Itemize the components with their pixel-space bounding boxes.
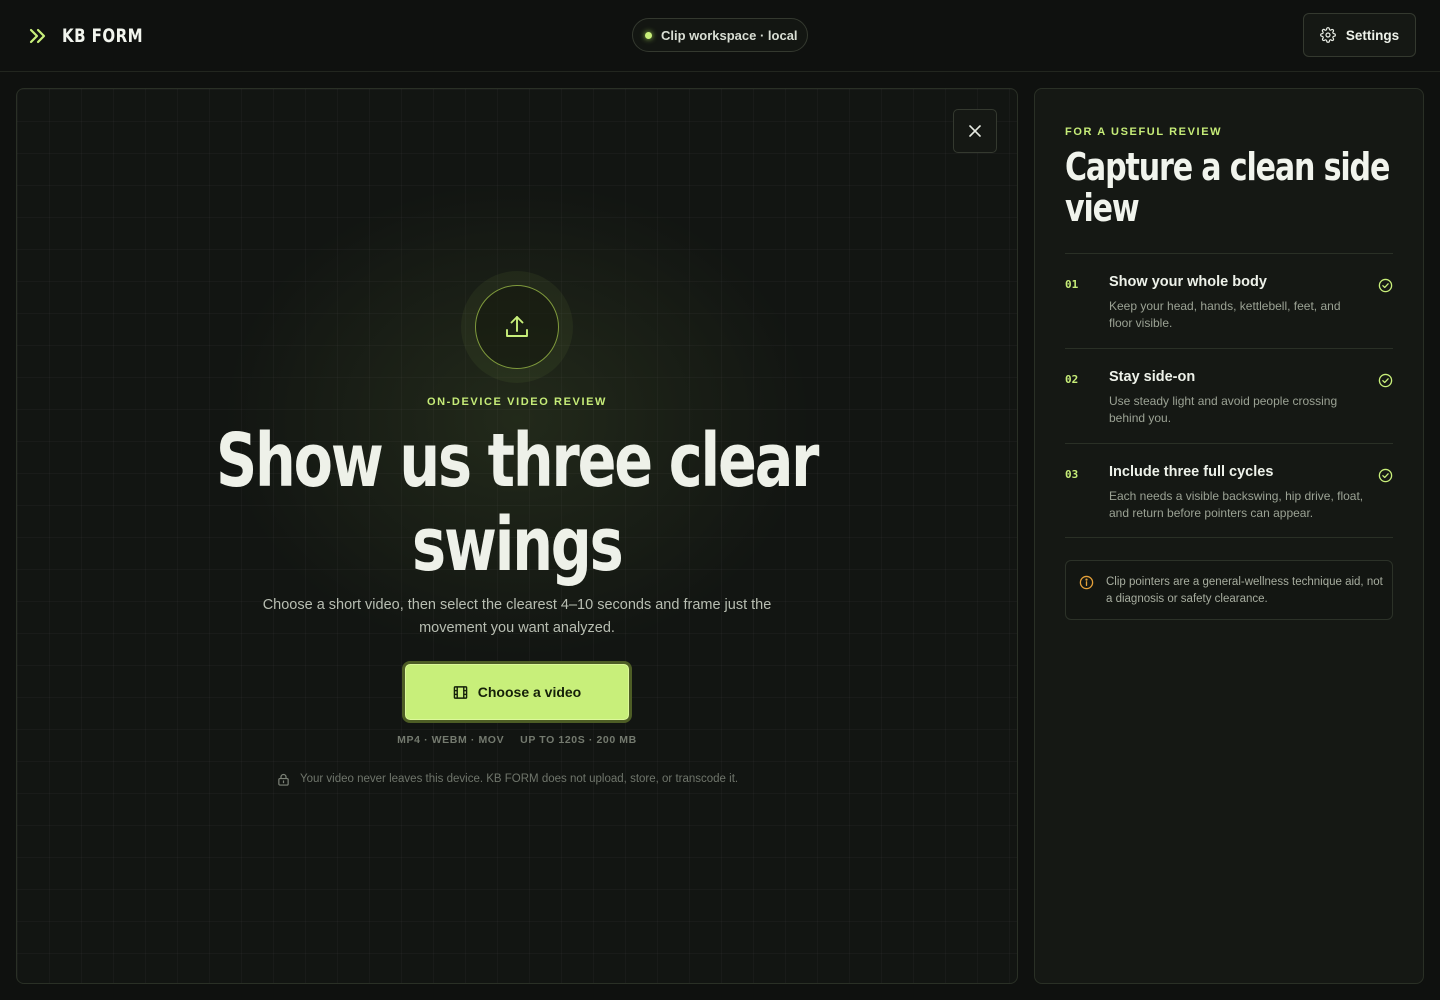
info-icon — [1079, 575, 1094, 590]
app-header: KB FORM Clip workspace · local Settings — [0, 0, 1440, 72]
privacy-note: Your video never leaves this device. KB … — [277, 771, 777, 787]
double-chevron-right-icon — [29, 28, 46, 44]
workspace-status-pill: Clip workspace · local — [632, 18, 808, 52]
upload-dropzone-panel[interactable]: ON-DEVICE VIDEO REVIEW Show us three cle… — [16, 88, 1018, 984]
tip-number: 01 — [1065, 278, 1079, 291]
check-circle-icon — [1378, 468, 1393, 483]
upload-limits: UP TO 120S · 200 MB — [520, 734, 637, 746]
settings-button[interactable]: Settings — [1303, 13, 1416, 57]
brand-name: KB FORM — [62, 25, 144, 47]
upload-description: Choose a short video, then select the cl… — [262, 597, 772, 636]
choose-video-label: Choose a video — [477, 684, 582, 700]
close-button[interactable] — [953, 109, 997, 153]
film-icon — [453, 685, 468, 699]
brand[interactable]: KB FORM — [28, 24, 154, 48]
check-circle-icon — [1378, 373, 1393, 388]
tip-title: Show your whole body — [1109, 274, 1267, 290]
tip-number: 02 — [1065, 373, 1079, 386]
wellness-notice: Clip pointers are a general-wellness tec… — [1065, 560, 1393, 620]
guide-title-line-1: Capture a clean side — [1065, 145, 1390, 189]
guide-eyebrow: FOR A USEFUL REVIEW — [1065, 126, 1223, 138]
supported-formats: MP4 · WEBM · MOV — [397, 734, 505, 746]
headline-line-2: swings — [412, 502, 624, 588]
upload-icon-ring — [475, 285, 559, 369]
close-icon — [969, 125, 981, 137]
guide-title: Capture a clean side view — [1065, 147, 1405, 229]
upload-constraints: MP4 · WEBM · MOV UP TO 120S · 200 MB — [17, 734, 1017, 746]
tip-item: 01 Show your whole body Keep your head, … — [1065, 253, 1393, 348]
upload-eyebrow: ON-DEVICE VIDEO REVIEW — [426, 396, 608, 408]
tip-item: 02 Stay side-on Use steady light and avo… — [1065, 348, 1393, 443]
headline-line-1: Show us three clear — [216, 418, 819, 504]
tip-body: Each needs a visible backswing, hip driv… — [1109, 489, 1364, 520]
upload-icon — [506, 316, 528, 337]
choose-video-button[interactable]: Choose a video — [402, 661, 632, 723]
tip-body: Keep your head, hands, kettlebell, feet,… — [1109, 299, 1341, 330]
upload-headline: Show us three clear swings — [167, 419, 867, 587]
guide-title-line-2: view — [1065, 186, 1140, 230]
tips-list: 01 Show your whole body Keep your head, … — [1065, 253, 1393, 538]
tip-body: Use steady light and avoid people crossi… — [1109, 394, 1338, 425]
tip-number: 03 — [1065, 468, 1079, 481]
lock-icon — [278, 773, 289, 786]
capture-guide-panel: FOR A USEFUL REVIEW Capture a clean side… — [1034, 88, 1424, 984]
status-dot-icon — [645, 31, 652, 39]
tip-title: Stay side-on — [1109, 369, 1196, 385]
workspace-status-label: Clip workspace · local — [661, 27, 798, 43]
wellness-notice-text: Clip pointers are a general-wellness tec… — [1106, 576, 1383, 605]
tip-title: Include three full cycles — [1109, 464, 1274, 480]
settings-label: Settings — [1345, 27, 1400, 43]
check-circle-icon — [1378, 278, 1393, 293]
privacy-note-text: Your video never leaves this device. KB … — [300, 773, 739, 785]
tip-item: 03 Include three full cycles Each needs … — [1065, 443, 1393, 538]
gear-icon — [1319, 27, 1336, 43]
